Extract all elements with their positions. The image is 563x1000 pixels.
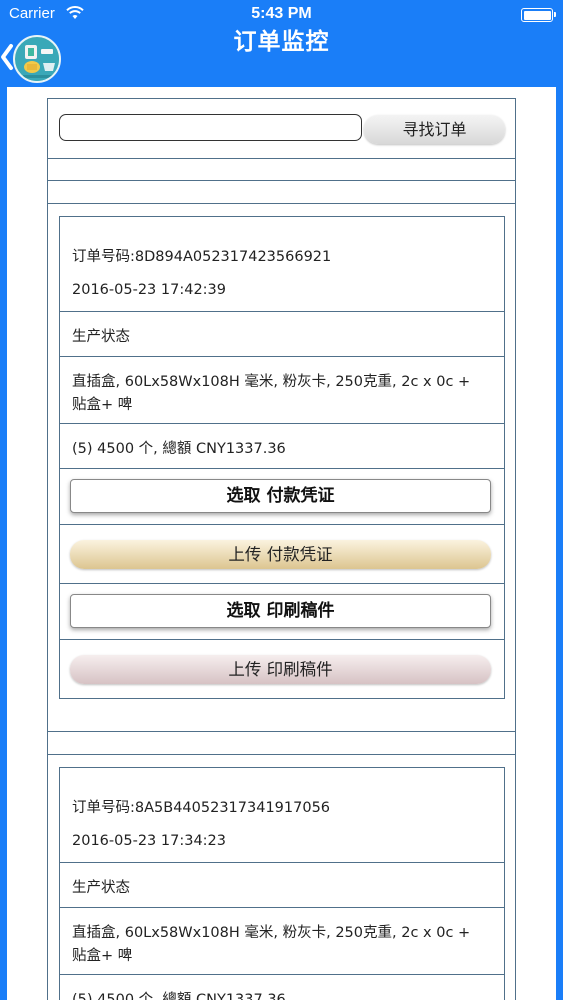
product-description-line1: 直插盒, 60Lx58Wx108H 毫米, 粉灰卡, 250克重, 2c x 0… xyxy=(72,374,471,390)
order-cell: 订单号码:8A5B44052317341917056 2016-05-23 17… xyxy=(48,756,515,1000)
select-artwork-button[interactable]: 选取 印刷稿件 xyxy=(70,594,491,628)
order-header-row: 订单号码:8A5B44052317341917056 2016-05-23 17… xyxy=(60,768,504,863)
description-row: 直插盒, 60Lx58Wx108H 毫米, 粉灰卡, 250克重, 2c x 0… xyxy=(60,908,504,975)
quantity-total: (5) 4500 个, 總額 CNY1337.36 xyxy=(72,441,286,457)
page-title: 订单监控 xyxy=(233,29,330,55)
upload-payment-voucher-button[interactable]: 上传 付款凭证 xyxy=(70,540,491,569)
quantity-total: (5) 4500 个, 總額 CNY1337.36 xyxy=(72,992,286,1000)
product-description-line2: 贴盒+ 啤 xyxy=(72,397,133,413)
spacer-row xyxy=(48,732,515,755)
search-input[interactable] xyxy=(59,114,362,141)
left-border-strip xyxy=(0,87,7,1000)
order-list[interactable]: 寻找订单 订单号码:8D894A052317423566921 2016-05-… xyxy=(47,98,516,1000)
app-logo-icon[interactable] xyxy=(13,35,61,83)
status-row: 生产状态 xyxy=(60,863,504,908)
production-status: 生产状态 xyxy=(72,329,130,345)
quantity-row: (5) 4500 个, 總額 CNY1337.36 xyxy=(60,975,504,1000)
quantity-row: (5) 4500 个, 總額 CNY1337.36 xyxy=(60,424,504,469)
navigation-header: Carrier 5:43 PM 订单监控 xyxy=(0,0,563,87)
order-datetime: 2016-05-23 17:42:39 xyxy=(72,282,226,298)
production-status: 生产状态 xyxy=(72,880,130,896)
upload-artwork-row: 上传 印刷稿件 xyxy=(60,640,504,698)
search-order-button[interactable]: 寻找订单 xyxy=(364,115,505,144)
status-row: 生产状态 xyxy=(60,312,504,357)
order-card: 订单号码:8A5B44052317341917056 2016-05-23 17… xyxy=(59,767,505,1000)
upload-payment-row: 上传 付款凭证 xyxy=(60,525,504,584)
select-artwork-row: 选取 印刷稿件 xyxy=(60,584,504,640)
order-card: 订单号码:8D894A052317423566921 2016-05-23 17… xyxy=(59,216,505,699)
status-time: 5:43 PM xyxy=(251,5,312,22)
upload-artwork-button[interactable]: 上传 印刷稿件 xyxy=(70,655,491,684)
order-datetime: 2016-05-23 17:34:23 xyxy=(72,833,226,849)
order-number: 订单号码:8A5B44052317341917056 xyxy=(72,800,331,816)
spacer-row xyxy=(48,159,515,181)
order-number: 订单号码:8D894A052317423566921 xyxy=(72,249,332,265)
order-cell: 订单号码:8D894A052317423566921 2016-05-23 17… xyxy=(48,205,515,732)
product-description-line2: 贴盒+ 啤 xyxy=(72,948,133,964)
back-chevron-icon[interactable] xyxy=(0,40,14,74)
description-row: 直插盒, 60Lx58Wx108H 毫米, 粉灰卡, 250克重, 2c x 0… xyxy=(60,357,504,424)
search-row: 寻找订单 xyxy=(48,99,515,159)
select-payment-row: 选取 付款凭证 xyxy=(60,469,504,525)
order-header-row: 订单号码:8D894A052317423566921 2016-05-23 17… xyxy=(60,217,504,312)
battery-icon xyxy=(521,8,556,22)
product-description-line1: 直插盒, 60Lx58Wx108H 毫米, 粉灰卡, 250克重, 2c x 0… xyxy=(72,925,471,941)
select-payment-voucher-button[interactable]: 选取 付款凭证 xyxy=(70,479,491,513)
right-border-strip xyxy=(556,87,563,1000)
spacer-row xyxy=(48,182,515,204)
